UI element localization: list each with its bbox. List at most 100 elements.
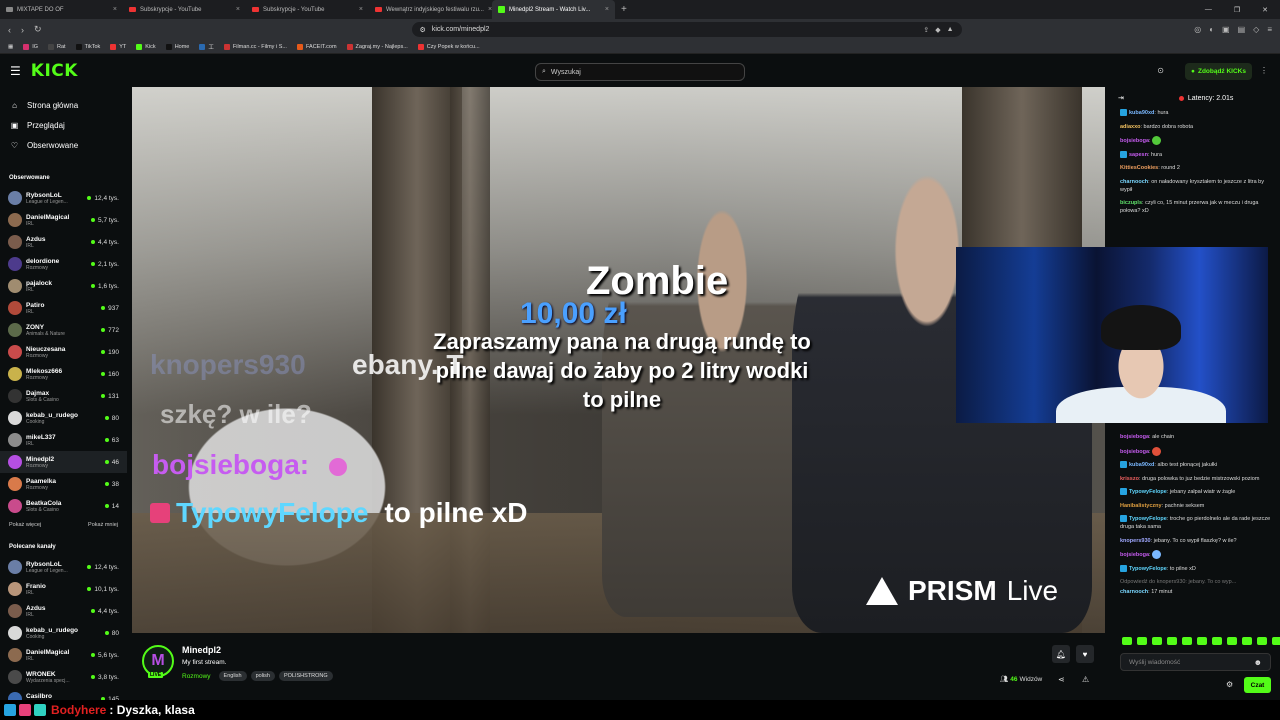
bookmark-item[interactable]: Home: [165, 43, 189, 50]
chat-username[interactable]: krisszo: [1120, 476, 1139, 482]
tag-chip[interactable]: POLISHSTRONG: [278, 671, 333, 681]
sidebar-channel[interactable]: Azdus IRL 4,4 tys.: [0, 600, 127, 622]
chat-username[interactable]: KittiesCookies: [1120, 165, 1158, 171]
send-chat-button[interactable]: Czat: [1244, 677, 1271, 693]
kick-logo[interactable]: KICK: [31, 61, 78, 81]
more-options-icon[interactable]: ⋮: [1260, 66, 1268, 75]
extension-icon[interactable]: ◎: [1194, 25, 1201, 34]
tag-chip[interactable]: polish: [250, 671, 275, 681]
sidebar-nav-browse[interactable]: ▣ Przeglądaj: [0, 115, 127, 135]
sidebar-channel[interactable]: mikeL337 IRL 63: [0, 429, 127, 451]
emote-shortcut-icon[interactable]: [1152, 637, 1162, 645]
bookmark-item[interactable]: Filman.cc - Filmy i S...: [223, 43, 287, 50]
sidebar-channel[interactable]: Patiro IRL 937: [0, 297, 127, 319]
sidebar-channel[interactable]: pajalock IRL 1,6 tys.: [0, 275, 127, 297]
sidebar-channel[interactable]: Nieuczesana Rozmowy 190: [0, 341, 127, 363]
bookmark-item[interactable]: IG: [23, 43, 38, 50]
sidebar-icon[interactable]: ▤: [1238, 25, 1246, 34]
back-icon[interactable]: ‹: [8, 25, 11, 35]
chat-settings-icon[interactable]: ⚙: [1226, 680, 1233, 689]
chat-username[interactable]: bojsieboga: [1120, 448, 1149, 454]
chat-username[interactable]: TypowyFelope: [1129, 566, 1167, 572]
show-less-button[interactable]: Pokaż mniej: [88, 522, 118, 528]
browser-tab[interactable]: Subskrypcje - YouTube ×: [123, 0, 246, 19]
sidebar-channel[interactable]: Paamelka Rozmowy 38: [0, 473, 127, 495]
chat-username[interactable]: kuba90xd: [1129, 110, 1154, 116]
bookmark-item[interactable]: Zagraj.my - Najleps...: [346, 43, 408, 50]
chat-username[interactable]: sapesn: [1129, 152, 1148, 158]
report-icon[interactable]: ⚠: [1082, 675, 1089, 684]
bookmark-item[interactable]: TikTok: [75, 43, 100, 50]
emote-shortcut-icon[interactable]: [1137, 637, 1147, 645]
browser-tab[interactable]: MIXTAPE DO OF ×: [0, 0, 123, 19]
sidebar-channel[interactable]: delordione Rozmowy 2,1 tys.: [0, 253, 127, 275]
bookmark-item[interactable]: YT: [110, 43, 126, 50]
stream-category[interactable]: Rozmowy: [182, 673, 211, 680]
bookmark-item[interactable]: FACEIT.com: [296, 43, 337, 50]
share-icon[interactable]: ⋖: [1058, 675, 1065, 684]
apps-grid-icon[interactable]: ▦: [8, 44, 13, 50]
sidebar-channel[interactable]: DanielMagical IRL 5,6 tys.: [0, 644, 127, 666]
emote-shortcut-icon[interactable]: [1122, 637, 1132, 645]
chat-username[interactable]: charnooch: [1120, 179, 1148, 185]
url-field[interactable]: ⚙ kick.com/minedpl2 ⇪ ◆ ▲: [411, 22, 962, 37]
chat-username[interactable]: Hanibalistyczny: [1120, 503, 1162, 509]
hamburger-menu-icon[interactable]: ☰: [10, 64, 21, 78]
sidebar-channel[interactable]: RybsonLoL League of Legen... 12,4 tys.: [0, 187, 127, 209]
sidebar-channel[interactable]: RybsonLoL League of Legen... 12,4 tys.: [0, 556, 127, 578]
sidebar-channel[interactable]: Minedpl2 Rozmowy 46: [0, 451, 127, 473]
warning-icon[interactable]: ▲: [947, 26, 954, 34]
sidebar-channel[interactable]: Dajmax Slots & Casino 131: [0, 385, 127, 407]
search-input[interactable]: ⌕ Wyszukaj: [535, 63, 745, 81]
chat-username[interactable]: TypowyFelope: [1129, 516, 1167, 522]
show-more-button[interactable]: Pokaż więcej: [9, 522, 41, 528]
emote-shortcut-icon[interactable]: [1272, 637, 1280, 645]
forward-icon[interactable]: ›: [21, 25, 24, 35]
wallet-icon[interactable]: ◇: [1253, 25, 1259, 34]
sidebar-channel[interactable]: Azdus IRL 4,4 tys.: [0, 231, 127, 253]
emote-shortcut-icon[interactable]: [1197, 637, 1207, 645]
share-icon[interactable]: ⇪: [923, 26, 929, 34]
extension-icon[interactable]: ◐: [1209, 25, 1214, 34]
bookmark-item[interactable]: Kick: [136, 43, 156, 50]
chat-username[interactable]: TypowyFelope: [1129, 489, 1167, 495]
emoji-picker-icon[interactable]: ☻: [1254, 658, 1262, 667]
emote-shortcut-icon[interactable]: [1242, 637, 1252, 645]
tag-chip[interactable]: English: [218, 671, 247, 681]
gift-icon[interactable]: ⊙: [1157, 66, 1164, 75]
minimize-icon[interactable]: —: [1205, 6, 1212, 14]
close-window-icon[interactable]: ✕: [1262, 6, 1268, 14]
bookmark-item[interactable]: Rat: [48, 43, 66, 50]
chat-input[interactable]: Wyślij wiadomość ☻: [1120, 653, 1271, 671]
reload-icon[interactable]: ↻: [34, 24, 42, 35]
maximize-icon[interactable]: ❐: [1234, 6, 1240, 14]
follow-button[interactable]: ♥: [1076, 645, 1094, 663]
close-tab-icon[interactable]: ×: [236, 6, 240, 13]
new-tab-icon[interactable]: +: [615, 4, 633, 15]
emote-shortcut-icon[interactable]: [1257, 637, 1267, 645]
browser-tab[interactable]: Subskrypcje - YouTube ×: [246, 0, 369, 19]
shield-icon[interactable]: ◆: [935, 26, 940, 34]
chat-username[interactable]: bojsieboga: [1120, 552, 1149, 558]
sidebar-nav-home[interactable]: ⌂ Strona główna: [0, 95, 127, 115]
chat-username[interactable]: biczupls: [1120, 200, 1142, 206]
channel-name[interactable]: Minedpl2: [182, 645, 221, 655]
close-tab-icon[interactable]: ×: [113, 6, 117, 13]
get-kicks-button[interactable]: ● Zdobądź KICKs: [1185, 63, 1252, 80]
menu-icon[interactable]: ≡: [1267, 25, 1272, 34]
bookmark-item[interactable]: 工: [199, 43, 214, 51]
sidebar-nav-heart[interactable]: ♡ Obserwowane: [0, 135, 127, 155]
emote-shortcut-icon[interactable]: [1182, 637, 1192, 645]
sidebar-channel[interactable]: WRONEK Wydarzenia specj... 3,8 tys.: [0, 666, 127, 688]
chat-username[interactable]: charnooch: [1120, 589, 1148, 595]
emote-shortcut-icon[interactable]: [1167, 637, 1177, 645]
chat-username[interactable]: bojsieboga: [1120, 138, 1149, 144]
site-info-icon[interactable]: ⚙: [420, 26, 426, 34]
bookmark-item[interactable]: Czy Popek w końcu...: [417, 43, 480, 50]
browser-tab[interactable]: Wewnątrz indyjskiego festiwalu rzu... ×: [369, 0, 492, 19]
emote-shortcut-icon[interactable]: [1227, 637, 1237, 645]
sidebar-channel[interactable]: DanielMagical IRL 5,7 tys.: [0, 209, 127, 231]
close-tab-icon[interactable]: ×: [359, 6, 363, 13]
collapse-chat-icon[interactable]: ⇥: [1118, 94, 1124, 102]
sidebar-channel[interactable]: kebab_u_rudego Cooking 80: [0, 622, 127, 644]
